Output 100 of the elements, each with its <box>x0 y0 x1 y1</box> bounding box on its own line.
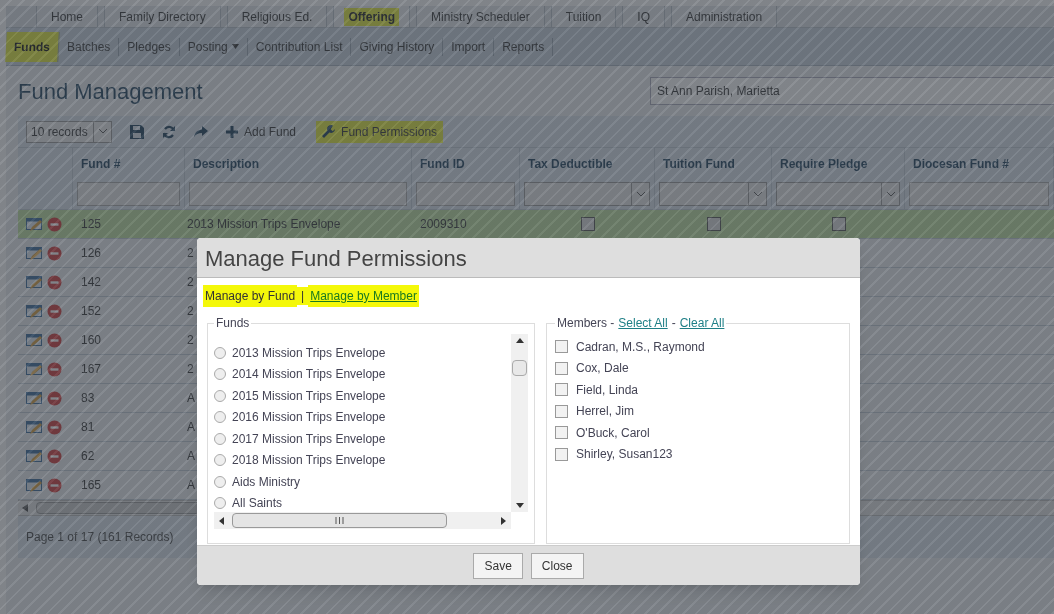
clear-all-link[interactable]: Clear All <box>679 314 725 332</box>
table-cell: 126 <box>81 246 102 260</box>
radio-button[interactable] <box>214 346 226 359</box>
checkbox[interactable] <box>580 217 595 231</box>
edit-icon[interactable] <box>26 420 43 434</box>
radio-label: 2013 Mission Trips Envelope <box>232 344 386 362</box>
delete-icon[interactable] <box>47 216 62 232</box>
delete-icon[interactable] <box>47 448 62 464</box>
separator-text: - <box>671 315 676 332</box>
dialog-button[interactable]: Save <box>473 552 523 579</box>
table-cell: 125 <box>81 217 102 231</box>
column-header[interactable]: Tax Deductible <box>520 148 655 179</box>
subnav-link[interactable]: Posting <box>179 37 248 56</box>
mode-link[interactable]: Manage by Member <box>308 285 419 307</box>
edit-icon[interactable] <box>26 304 43 318</box>
table-cell: 83 <box>81 391 95 405</box>
column-header[interactable]: Description <box>185 148 412 179</box>
checkbox[interactable] <box>555 340 568 354</box>
subnav-link[interactable]: Funds <box>5 31 60 62</box>
edit-icon[interactable] <box>26 246 43 260</box>
column-header[interactable]: Tuition Fund <box>655 148 772 179</box>
mode-link[interactable]: Manage by Fund <box>203 285 298 307</box>
subnav-link[interactable]: Reports <box>494 37 554 56</box>
column-header[interactable]: Diocesan Fund # <box>905 148 1054 179</box>
up-arrow-icon[interactable] <box>515 338 524 343</box>
scroll-thumb[interactable] <box>512 360 527 376</box>
filter-field[interactable] <box>77 182 180 206</box>
delete-icon[interactable] <box>47 390 62 406</box>
caret-icon <box>98 129 107 134</box>
edit-icon[interactable] <box>26 217 43 231</box>
delete-icon[interactable] <box>47 274 62 290</box>
table-cell: 2 <box>187 275 194 289</box>
checkbox[interactable] <box>555 404 568 418</box>
nav-tab[interactable]: Offering <box>333 6 411 27</box>
select-all-link[interactable]: Select All <box>618 314 668 332</box>
parish-select[interactable]: St Ann Parish, Marietta <box>650 77 1054 105</box>
column-header[interactable]: Require Pledge <box>772 148 905 179</box>
page-size-select[interactable]: 10 records <box>26 120 112 143</box>
checkbox[interactable] <box>555 361 568 375</box>
dialog-button[interactable]: Close <box>530 552 584 579</box>
delete-icon[interactable] <box>47 332 62 348</box>
grip-icon <box>335 517 344 524</box>
subnav-link[interactable]: Batches <box>59 37 120 56</box>
table-cell: 152 <box>81 304 102 318</box>
checkbox[interactable] <box>706 217 721 231</box>
subnav-link[interactable]: Contribution List <box>247 37 352 56</box>
filter-field[interactable] <box>416 182 515 206</box>
delete-icon[interactable] <box>47 477 62 493</box>
edit-icon[interactable] <box>26 449 43 463</box>
delete-icon[interactable] <box>47 419 62 435</box>
checkbox[interactable] <box>555 383 568 397</box>
checkbox[interactable] <box>831 217 846 231</box>
subnav-link[interactable]: Import <box>443 37 495 56</box>
add-fund-button[interactable]: Add Fund <box>218 119 305 144</box>
table-cell: A <box>187 449 195 463</box>
edit-icon[interactable] <box>26 478 43 492</box>
delete-icon[interactable] <box>47 245 62 261</box>
radio-button[interactable] <box>214 497 226 510</box>
table-cell: 62 <box>81 449 95 463</box>
delete-icon[interactable] <box>47 303 62 319</box>
radio-button[interactable] <box>214 411 226 424</box>
edit-icon[interactable] <box>26 391 43 405</box>
edit-icon[interactable] <box>26 275 43 289</box>
right-arrow-icon[interactable] <box>501 516 506 525</box>
radio-button[interactable] <box>214 432 226 445</box>
nav-tab[interactable]: IQ <box>622 6 666 27</box>
horizontal-scrollbar[interactable] <box>214 512 511 529</box>
filter-field[interactable] <box>189 182 407 206</box>
down-arrow-icon[interactable] <box>515 503 524 508</box>
filter-select[interactable] <box>659 182 767 206</box>
radio-button[interactable] <box>214 454 226 467</box>
fund-permissions-button[interactable]: Fund Permissions <box>316 120 444 143</box>
table-cell: A <box>187 420 195 434</box>
checkbox[interactable] <box>555 426 568 440</box>
radio-button[interactable] <box>214 389 226 402</box>
nav-tab[interactable]: Tuition <box>550 6 617 27</box>
filter-select[interactable] <box>776 182 900 206</box>
column-header[interactable]: Fund # <box>73 148 185 179</box>
edit-icon[interactable] <box>26 362 43 376</box>
subnav-link[interactable]: Giving History <box>351 37 444 56</box>
subnav-link[interactable]: Pledges <box>119 37 180 56</box>
filter-select[interactable] <box>524 182 650 206</box>
nav-tab[interactable]: Administration <box>671 6 778 27</box>
radio-label: All Saints <box>232 495 283 512</box>
delete-icon[interactable] <box>47 361 62 377</box>
radio-button[interactable] <box>214 475 226 488</box>
nav-tab[interactable]: Home <box>36 6 98 27</box>
left-arrow-icon[interactable] <box>219 516 224 525</box>
nav-tab[interactable]: Religious Ed. <box>226 6 328 27</box>
filter-field[interactable] <box>909 182 1049 206</box>
radio-button[interactable] <box>214 368 226 381</box>
checkbox[interactable] <box>555 447 568 461</box>
nav-tab[interactable]: Family Directory <box>104 6 221 27</box>
vertical-scrollbar[interactable] <box>511 334 528 512</box>
nav-tab[interactable]: Ministry Scheduler <box>416 6 545 27</box>
grid-row[interactable]: 125 2013 Mission Trips Envelope 2009310 <box>18 210 1054 239</box>
dialog-title: Manage Fund Permissions <box>205 245 467 273</box>
edit-icon[interactable] <box>26 333 43 347</box>
column-header[interactable]: Fund ID <box>412 148 520 179</box>
funds-legend: Funds <box>214 314 252 332</box>
